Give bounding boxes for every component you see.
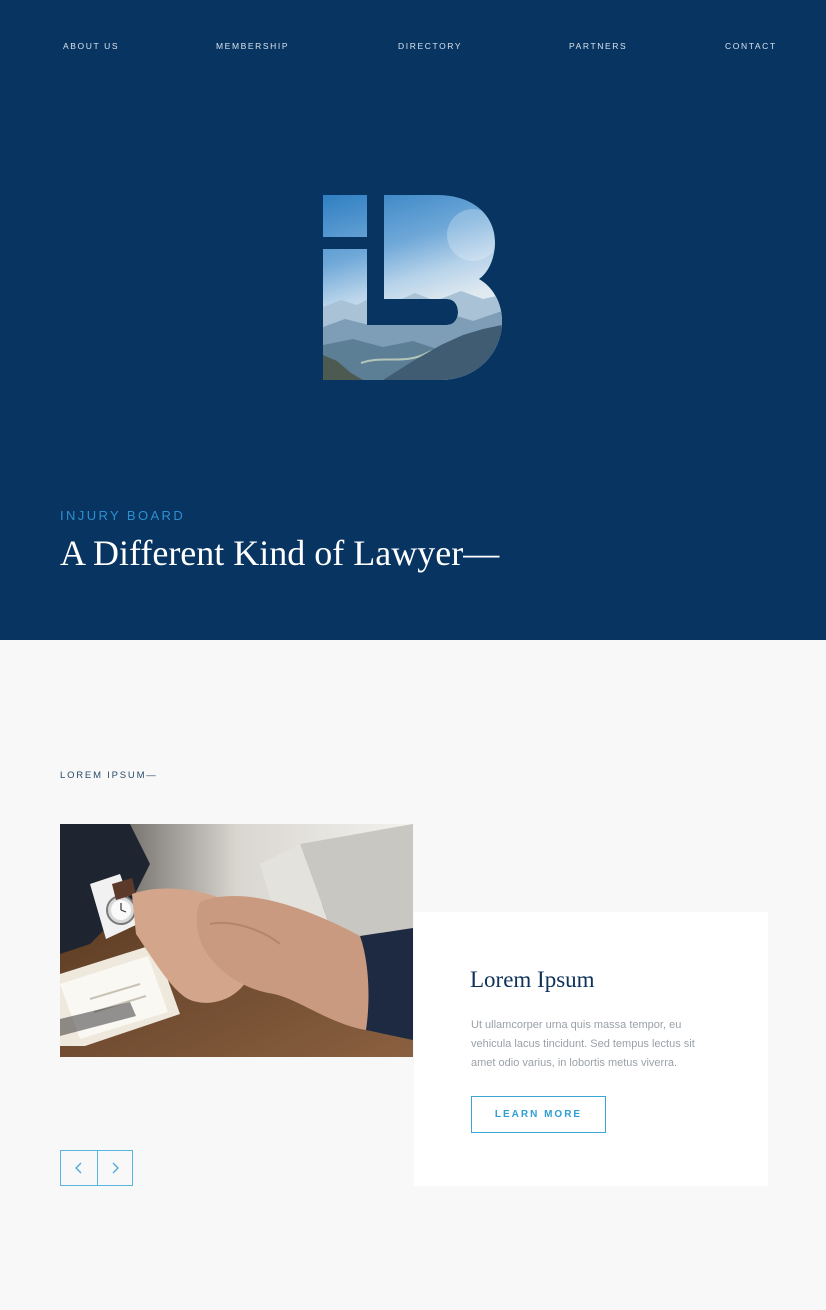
card-description: Ut ullamcorper urna quis massa tempor, e… xyxy=(471,1019,695,1069)
hero-eyebrow: INJURY BOARD xyxy=(60,508,186,523)
hero-section: ABOUT US MEMBERSHIP DIRECTORY PARTNERS C… xyxy=(0,0,826,640)
nav-directory[interactable]: DIRECTORY xyxy=(398,41,462,51)
nav-partners[interactable]: PARTNERS xyxy=(569,41,627,51)
nav-contact[interactable]: CONTACT xyxy=(725,41,777,51)
main-nav: ABOUT US MEMBERSHIP DIRECTORY PARTNERS C… xyxy=(0,41,826,53)
nav-about-us[interactable]: ABOUT US xyxy=(63,41,119,51)
slider-controls xyxy=(60,1150,133,1186)
hero-title: A Different Kind of Lawyer— xyxy=(60,533,500,573)
section-label: LOREM IPSUM— xyxy=(60,770,158,781)
handshake-photo xyxy=(60,824,413,1057)
feature-card: Lorem Ipsum Ut ullamcorper urna quis mas… xyxy=(414,912,768,1186)
slider-next-button[interactable] xyxy=(96,1151,133,1185)
ib-logo xyxy=(323,195,502,380)
ib-monogram-mountain-logo-icon xyxy=(323,195,502,380)
chevron-left-icon xyxy=(74,1162,82,1174)
chevron-right-icon xyxy=(112,1162,119,1174)
card-title: Lorem Ipsum xyxy=(470,967,595,992)
nav-membership[interactable]: MEMBERSHIP xyxy=(216,41,289,51)
slider-prev-button[interactable] xyxy=(61,1151,97,1185)
handshake-photo-icon xyxy=(60,824,413,1057)
learn-more-button[interactable]: LEARN MORE xyxy=(471,1096,606,1133)
